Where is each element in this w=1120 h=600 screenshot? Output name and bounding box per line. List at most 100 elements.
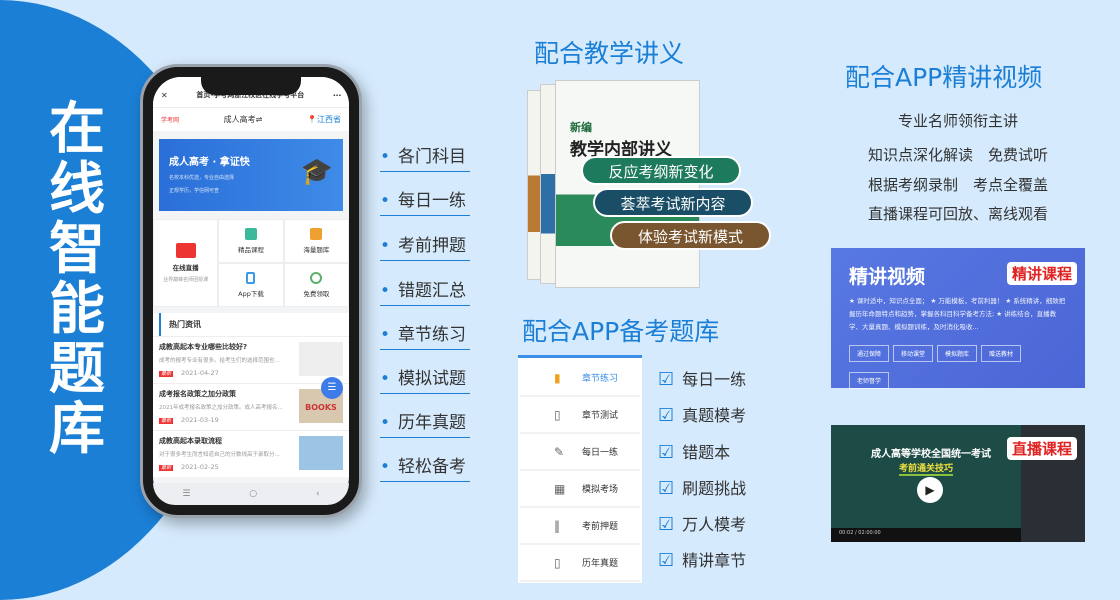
- headline: 在线智能题库: [49, 97, 105, 462]
- check-item: ☑ 精讲章节: [658, 547, 746, 571]
- home-icon[interactable]: ○: [249, 489, 257, 499]
- news-section: 热门资讯 成教高起本专业哪些比较好? 成考的报考专业有很多。给考生们的选择范围也.…: [153, 313, 349, 477]
- grid-label: 精品课程: [237, 246, 264, 254]
- checkbox-checked-icon: ☑: [658, 369, 675, 390]
- promo-banner[interactable]: 成人高考 · 拿证快 名校本科优选，专业自由选择 正规学历，学信网可查 🎓: [159, 139, 343, 211]
- check-label: 刷题挑战: [682, 479, 747, 498]
- category-switch[interactable]: 成人高考⇌: [224, 114, 263, 125]
- news-date: 2021-02-25: [181, 463, 219, 471]
- video-icon: [175, 243, 196, 258]
- tablet-icon: ▯: [554, 407, 561, 422]
- check-item: ☑ 错题本: [658, 439, 730, 463]
- news-item[interactable]: 成教高起本录取流程 对于很多考生而言知道自己的分数线高于录取分... 最新 2021-…: [153, 430, 349, 477]
- check-label: 错题本: [682, 443, 731, 462]
- check-item: ☑ 万人模考: [658, 511, 746, 535]
- slide-subtitle: 考前通关技巧: [899, 461, 954, 476]
- books-icon: ‖: [554, 518, 560, 533]
- notebook-icon: ▯: [554, 555, 561, 570]
- video-line: 专业名师领衔主讲: [897, 112, 1018, 130]
- feature-item: 每日一练: [380, 186, 470, 216]
- calendar-icon: ▦: [554, 481, 566, 496]
- news-date: 2021-04-27: [181, 369, 219, 377]
- android-nav-bar: ☰ ○ ‹: [153, 483, 349, 505]
- card-tag: 老师督学: [849, 372, 890, 389]
- menu-label: 历年真题: [582, 559, 619, 569]
- new-badge: 最新: [159, 371, 174, 377]
- menu-item-predictions[interactable]: ‖ 考前押题: [520, 508, 640, 545]
- lecture-title: 配合教学讲义: [534, 39, 685, 68]
- news-thumbnail: [299, 436, 343, 470]
- menu-item-mock-exam[interactable]: ▦ 模拟考场: [520, 471, 640, 508]
- news-title: 成考报名政策之加分政策: [159, 390, 236, 398]
- check-label: 真题模考: [682, 406, 747, 425]
- pill-2: 荟萃考试新内容: [593, 188, 753, 217]
- new-badge: 最新: [159, 465, 174, 471]
- playback-time: 00:02 / 02:00:00: [839, 530, 881, 536]
- grid-question-bank[interactable]: 海量题库: [283, 219, 349, 263]
- news-title: 成教高起本录取流程: [159, 437, 222, 445]
- grid-live[interactable]: 在线直播 业界巅峰名师团授课: [153, 219, 219, 307]
- check-label: 精讲章节: [682, 551, 747, 570]
- location-selector[interactable]: 📍江西省: [307, 114, 341, 125]
- video-line: 知识点深化解读 免费试听: [867, 146, 1048, 164]
- feature-item: 轻松备考: [380, 452, 470, 482]
- menu-fab[interactable]: ☰: [321, 377, 343, 399]
- banner-title: 成人高考 · 拿证快: [169, 157, 250, 168]
- check-item: ☑ 真题模考: [658, 402, 746, 426]
- pill-3: 体验考试新模式: [610, 221, 771, 250]
- feature-item: 历年真题: [380, 408, 470, 438]
- more-icon[interactable]: ⋯: [333, 91, 341, 100]
- live-course-card[interactable]: 成人高等学校全国统一考试 考前通关技巧 ▶ 直播课程 00:02 / 02:00…: [831, 425, 1085, 542]
- video-course-card[interactable]: 精讲视频 精讲课程 ★ 课时适中，知识点全面； ★ 万能模板，考前利器！ ★ 系…: [831, 248, 1085, 389]
- card-tag: 赠送教材: [981, 345, 1022, 362]
- bank-menu: ▮ 章节练习 ▯ 章节测试 ✎ 每日一练 ▦ 模拟考场 ‖ 考前押题 ▯ 历年真题: [518, 355, 642, 583]
- slide-title: 成人高等学校全国统一考试: [871, 449, 991, 460]
- checkbox-checked-icon: ☑: [658, 405, 675, 426]
- location-label: 江西省: [317, 115, 341, 124]
- feature-item: 章节练习: [380, 320, 470, 350]
- grid-free[interactable]: 免费领取: [283, 263, 349, 307]
- check-label: 万人模考: [682, 515, 747, 534]
- video-line: 直播课程可回放、离线观看: [867, 205, 1048, 223]
- back-icon[interactable]: ‹: [316, 489, 320, 499]
- player-controls[interactable]: 00:02 / 02:00:00: [831, 528, 1021, 542]
- pencil-icon: ✎: [554, 444, 565, 459]
- check-item: ☑ 刷题挑战: [658, 475, 746, 499]
- news-thumbnail: [299, 342, 343, 376]
- feature-item: 错题汇总: [380, 276, 470, 306]
- checkbox-checked-icon: ☑: [658, 478, 675, 499]
- checkbox-checked-icon: ☑: [658, 514, 675, 535]
- video-line: 根据考纲录制 考点全覆盖: [867, 176, 1048, 194]
- pill-1: 反应考纲新变化: [581, 156, 741, 185]
- menu-label: 章节练习: [582, 374, 619, 384]
- live-label: 直播课程: [1006, 437, 1077, 460]
- menu-item-chapter-test[interactable]: ▯ 章节测试: [520, 397, 640, 434]
- menu-label: 模拟考场: [582, 485, 619, 495]
- card-tag: 通过保障: [849, 345, 890, 362]
- feature-item: 模拟试题: [380, 364, 470, 394]
- close-icon[interactable]: ✕: [161, 91, 168, 100]
- feature-grid: 在线直播 业界巅峰名师团授课 精品课程 海量题库 App下载 免费领取: [153, 219, 349, 307]
- new-badge: 最新: [159, 418, 174, 424]
- grid-label: 海量题库: [303, 246, 330, 254]
- menu-item-daily[interactable]: ✎ 每日一练: [520, 434, 640, 471]
- phone-icon: [246, 272, 256, 284]
- banner-badge: 正规学历，学信网可查: [169, 188, 220, 194]
- news-item[interactable]: 成考报名政策之加分政策 2021年成考报名政策之加分政策。成人高考报名... 最新 2…: [153, 383, 349, 430]
- grid-courses[interactable]: 精品课程: [218, 219, 284, 263]
- check-item: ☑ 每日一练: [658, 366, 746, 390]
- video-title: 配合APP精讲视频: [845, 63, 1043, 92]
- feature-item: 各门科目: [380, 142, 470, 172]
- check-label: 每日一练: [682, 370, 747, 389]
- menu-item-past-papers[interactable]: ▯ 历年真题: [520, 545, 640, 582]
- recents-icon[interactable]: ☰: [182, 489, 190, 499]
- book-prefix: 新编: [570, 121, 592, 134]
- bars-icon: [244, 228, 257, 240]
- grid-app-download[interactable]: App下载: [218, 263, 284, 307]
- menu-item-chapter-practice[interactable]: ▮ 章节练习: [520, 360, 640, 397]
- news-item[interactable]: 成教高起本专业哪些比较好? 成考的报考专业有很多。给考生们的选择范围也... 最新 2…: [153, 336, 349, 383]
- checkbox-checked-icon: ☑: [658, 550, 675, 571]
- grid-label: 在线直播: [172, 264, 199, 272]
- play-icon[interactable]: ▶: [917, 477, 943, 503]
- feature-item: 考前押题: [380, 231, 470, 261]
